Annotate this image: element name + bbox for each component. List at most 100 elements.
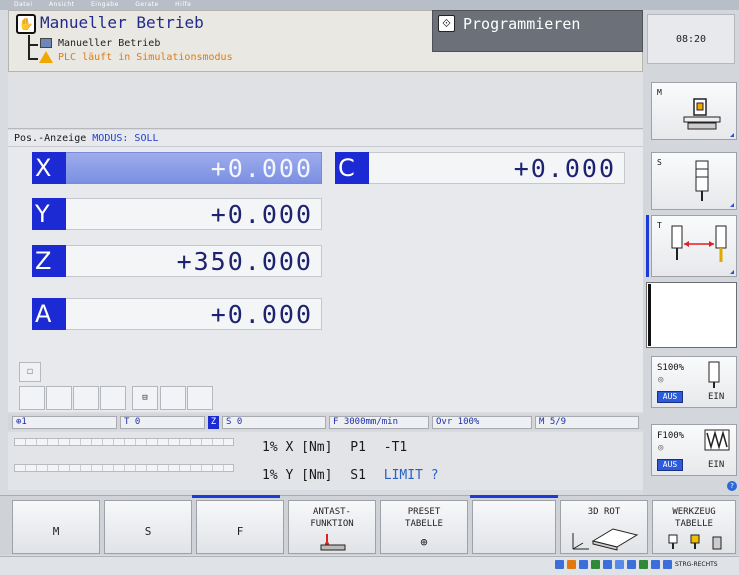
divider [8,146,643,147]
taskbar-app-icon[interactable] [603,560,612,569]
feed-field: F 3000mm/min [329,416,429,429]
softkey-werkzeug-tabelle[interactable]: WERKZEUG TABELLE [652,500,736,554]
m-function-field: M 5/9 [535,416,639,429]
ein-toggle[interactable]: EIN [708,392,724,402]
axis-row-c[interactable]: C +0.000 [335,152,625,184]
softkey-3d-rot[interactable]: 3D ROT [560,500,648,554]
axis-letter-x: X [32,152,66,184]
tree-connector [28,35,38,60]
empty-key-5[interactable] [160,386,186,410]
s-override-label: S100% [657,363,685,373]
active-softkey-marker [470,495,558,498]
axis-letter-a: A [32,298,66,330]
m-tag: M [657,88,662,97]
tool-holder-icon[interactable]: ⊟ [132,386,158,410]
spindle-button[interactable]: S [651,152,737,210]
antast-line-2: FUNKTION [310,519,354,529]
t-tag: T [657,221,662,230]
load-p-y: S1 [350,468,366,483]
active-indicator [646,215,649,277]
menu-bar: Datei Ansicht Eingabe Gerate Hilfe [0,0,739,10]
antast-label: ANTAST- FUNKTION [289,506,375,530]
empty-key-3[interactable] [73,386,99,410]
preset-field: ⊕1 [12,416,117,429]
load-line-x: 1% X [Nm] P1 -T1 [262,440,407,455]
programmieren-label: Programmieren [463,15,581,33]
axis-letter-c: C [335,152,369,184]
taskbar-app-icon[interactable] [567,560,576,569]
axis-row-a[interactable]: A +0.000 [32,298,322,330]
position-display-title: Pos.-Anzeige MODUS: SOLL [14,133,159,144]
probe-icon [320,534,346,551]
ein-toggle[interactable]: EIN [708,460,724,470]
plc-warning-text: PLC läuft in Simulationsmodus [58,52,233,63]
spindle-override-button[interactable]: S100% ◎ AUS EIN [651,356,737,408]
werkzeug-label: WERKZEUG TABELLE [653,506,735,530]
view-toggle-icon[interactable]: ◻ [19,362,41,382]
softkey-f[interactable]: F [196,500,284,554]
pos-mode: MODUS: SOLL [92,133,159,144]
taskbar-app-icon[interactable] [639,560,648,569]
softkey-m-label: M [52,525,60,538]
tool-change-button[interactable]: T [651,215,737,277]
3d-rotation-icon [572,528,639,551]
empty-key-4[interactable] [100,386,126,410]
taskbar-pen-icon[interactable] [579,560,588,569]
softkey-s-label: S [144,525,152,538]
softkey-preset-tabelle[interactable]: PRESET TABELLE ⊕ [380,500,468,554]
aus-toggle[interactable]: AUS [657,391,683,403]
load-unit-x: [Nm] [301,440,333,455]
taskbar-arrow-icon[interactable] [663,560,672,569]
preset-line-1: PRESET [407,507,441,517]
load-pct-y: 1% [262,468,278,483]
mode-subtitle: Manueller Betrieb [58,38,161,49]
axis-letter-y: Y [32,198,66,230]
axis-row-x[interactable]: X +0.000 [32,152,322,184]
axis-value-a: +0.000 [66,298,322,330]
axis-row-y[interactable]: Y +0.000 [32,198,322,230]
program-mode-icon: ⟐ [438,15,455,32]
axis-row-z[interactable]: Z +350.000 [32,245,322,277]
menu-hilfe[interactable]: Hilfe [175,0,191,10]
machine-icon [683,98,721,130]
softkey-empty[interactable] [472,500,556,554]
tool-change-icon [671,225,727,262]
empty-key-6[interactable] [187,386,213,410]
spindle-small-icon [708,361,720,388]
softkey-antast-funktion[interactable]: ANTAST- FUNKTION [288,500,376,554]
empty-key-2[interactable] [46,386,72,410]
f-override-label: F100% [657,431,685,441]
load-line-y: 1% Y [Nm] S1 LIMIT ? [262,468,439,483]
softkey-m[interactable]: M [12,500,100,554]
taskbar-app-icon[interactable] [555,560,564,569]
taskbar-app-icon[interactable] [615,560,624,569]
preset-value: 1 [21,417,27,427]
taskbar-app-icon[interactable] [591,560,600,569]
feed-wave-icon [704,429,730,451]
hand-icon: ✋ [16,14,36,34]
menu-ansicht[interactable]: Ansicht [49,0,75,10]
menu-datei[interactable]: Datei [14,0,33,10]
load-bar-x [14,438,234,446]
home-icon [40,38,52,48]
menu-eingabe[interactable]: Eingabe [91,0,119,10]
axis-value-c: +0.000 [369,152,625,184]
menu-gerate[interactable]: Gerate [135,0,159,10]
target-icon: ⊕ [420,535,428,549]
taskbar-app-icon[interactable] [651,560,660,569]
taskbar-app-icon[interactable] [627,560,636,569]
aus-toggle[interactable]: AUS [657,459,683,471]
empty-key-1[interactable] [19,386,45,410]
m-function-button[interactable]: M [651,82,737,140]
active-softkey-marker [192,495,280,498]
softkey-s[interactable]: S [104,500,192,554]
blank-softkey[interactable] [646,282,737,348]
preset-line-2: TABELLE [405,519,443,529]
load-bar-y [14,464,234,472]
feed-override-button[interactable]: F100% ◎ AUS EIN [651,424,737,476]
override-field: Ovr 100% [432,416,532,429]
load-axis-y: Y [285,468,294,483]
info-icon[interactable]: ? [727,481,737,491]
spindle-icon [695,160,709,201]
axis-value-y: +0.000 [66,198,322,230]
